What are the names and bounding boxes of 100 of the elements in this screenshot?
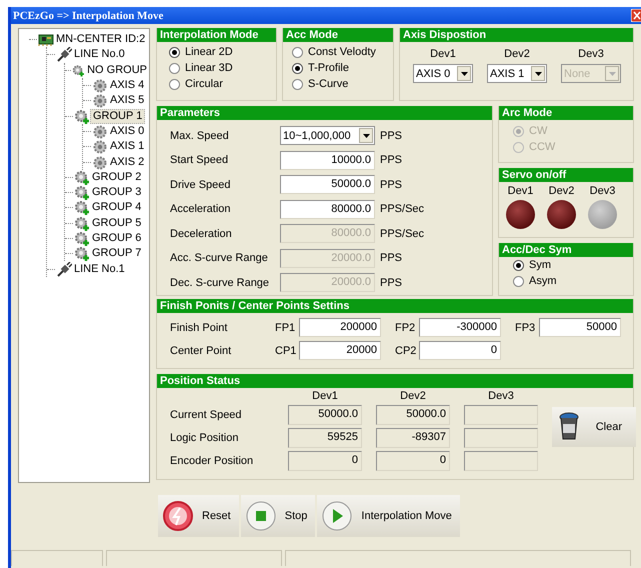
close-icon[interactable] [631,9,641,22]
radio-button[interactable]: T-Profile [292,60,349,76]
stop-icon [244,500,277,532]
tree-item[interactable]: GROUP 3 [90,186,144,200]
radio-button[interactable]: Linear 2D [169,44,233,60]
tree-item[interactable]: AXIS 0 [108,124,146,138]
readout-field: 59525 [288,428,362,448]
group-title: Interpolation Mode [157,28,276,42]
input-field[interactable]: 50000.0 [280,175,375,194]
input-field[interactable]: 0 [419,341,501,360]
tree-item[interactable]: AXIS 1 [108,140,146,154]
row-label: Encoder Position [170,455,254,467]
tree-item[interactable]: GROUP 5 [90,216,144,230]
tree-item[interactable]: GROUP 6 [90,232,144,245]
device-label: Dev2 [504,48,530,60]
input-field[interactable]: 10000.0 [280,150,375,170]
unit-label: PPS [380,276,402,288]
action-button[interactable]: Stop [240,495,316,537]
unit-label: PPS/Sec [380,203,424,215]
dropdown[interactable]: AXIS 0 [413,64,473,83]
group-title: Finish Ponits / Center Points Settins [157,299,633,313]
status-light[interactable] [547,200,576,229]
action-button[interactable]: Reset [158,495,239,537]
gear-plus-icon [74,216,90,231]
column-header: Dev1 [311,390,339,402]
tree-item[interactable]: GROUP 7 [90,247,144,260]
field-label: FP3 [515,322,536,334]
field-label: Acc. S-curve Range [170,252,269,264]
tree-item[interactable]: GROUP 1 [90,108,146,124]
plug-icon [56,262,72,277]
window-title: PCEzGo => Interpolation Move [13,10,164,22]
field-label: Finish Point [170,322,228,334]
field-label: CP2 [395,344,418,356]
dropdown[interactable]: AXIS 1 [487,64,547,83]
readout-field: 50000.0 [288,405,362,425]
field-label: CP1 [275,344,298,356]
input-field[interactable]: 200000 [299,318,381,337]
radio-button[interactable]: Asym [513,273,556,289]
tree-item[interactable]: AXIS 4 [108,79,146,92]
gear-icon [92,154,108,170]
gear-icon [92,78,108,94]
trash-can-icon [558,412,580,442]
radio-button[interactable]: Const Velodty [292,44,376,60]
group-title: Arc Mode [499,106,633,120]
gear-plus-icon [74,231,90,246]
input-field[interactable]: -300000 [419,318,501,337]
radio-button[interactable]: S-Curve [292,76,348,92]
group-title: Acc/Dec Sym [499,243,633,257]
field-label: Max. Speed [170,130,230,142]
field-label: FP1 [275,322,296,334]
row-label: Current Speed [170,409,243,421]
play-icon [321,500,354,532]
caret-icon [460,72,468,76]
unit-label: PPS [380,252,402,264]
gear-plus-icon [74,185,90,200]
gear-icon [92,139,108,154]
tree-item[interactable]: AXIS 5 [108,94,146,108]
radio-button[interactable]: Circular [169,76,223,92]
device-label: Dev1 [508,185,534,197]
tree-item[interactable]: GROUP 2 [90,170,144,184]
caret-icon [534,72,542,76]
tree-item[interactable]: MN-CENTER ID:2 [54,33,148,46]
radio-button[interactable]: Linear 3D [169,60,233,76]
input-field[interactable]: 80000.0 [280,200,375,218]
tree-item[interactable]: AXIS 2 [108,156,146,169]
tree-item[interactable]: LINE No.1 [72,262,127,276]
reset-icon [162,500,194,532]
gear-icon [92,93,108,108]
readout-field: 0 [376,451,450,471]
tree-item[interactable]: GROUP 4 [90,201,144,214]
input-field[interactable]: 20000 [299,341,381,360]
tree-item[interactable]: LINE No.0 [72,48,127,62]
group-title: Position Status [157,374,633,388]
group-title: Parameters [157,106,492,120]
device-label: Dev3 [590,185,616,197]
caret-icon [362,134,370,138]
gear-plus-icon [74,246,90,262]
device-label: Dev2 [548,185,574,197]
group-title: Acc Mode [283,28,393,42]
dropdown[interactable]: 10~1,000,000 [280,126,375,145]
gear-plus-icon [74,170,90,185]
clear-button[interactable]: Clear [552,406,636,446]
field-label: Acceleration [170,203,232,215]
device-label: Dev1 [430,48,456,60]
device-label: Dev3 [578,48,604,60]
field-label: FP2 [395,322,416,334]
field-label: Dec. S-curve Range [170,276,270,288]
gear-icon [92,124,108,139]
readout-field: 0 [288,451,362,471]
field-label: Center Point [170,344,232,356]
readout-field: -89307 [376,428,450,448]
tree-item[interactable]: NO GROUP [85,64,149,77]
unit-label: PPS [380,154,402,166]
gear-plus-icon [74,200,90,216]
input-field[interactable]: 50000 [539,318,621,337]
status-light[interactable] [506,200,535,229]
unit-label: PPS [380,130,402,142]
action-button[interactable]: Interpolation Move [317,495,460,537]
radio-button[interactable]: Sym [513,257,551,273]
unit-label: PPS [380,178,402,190]
